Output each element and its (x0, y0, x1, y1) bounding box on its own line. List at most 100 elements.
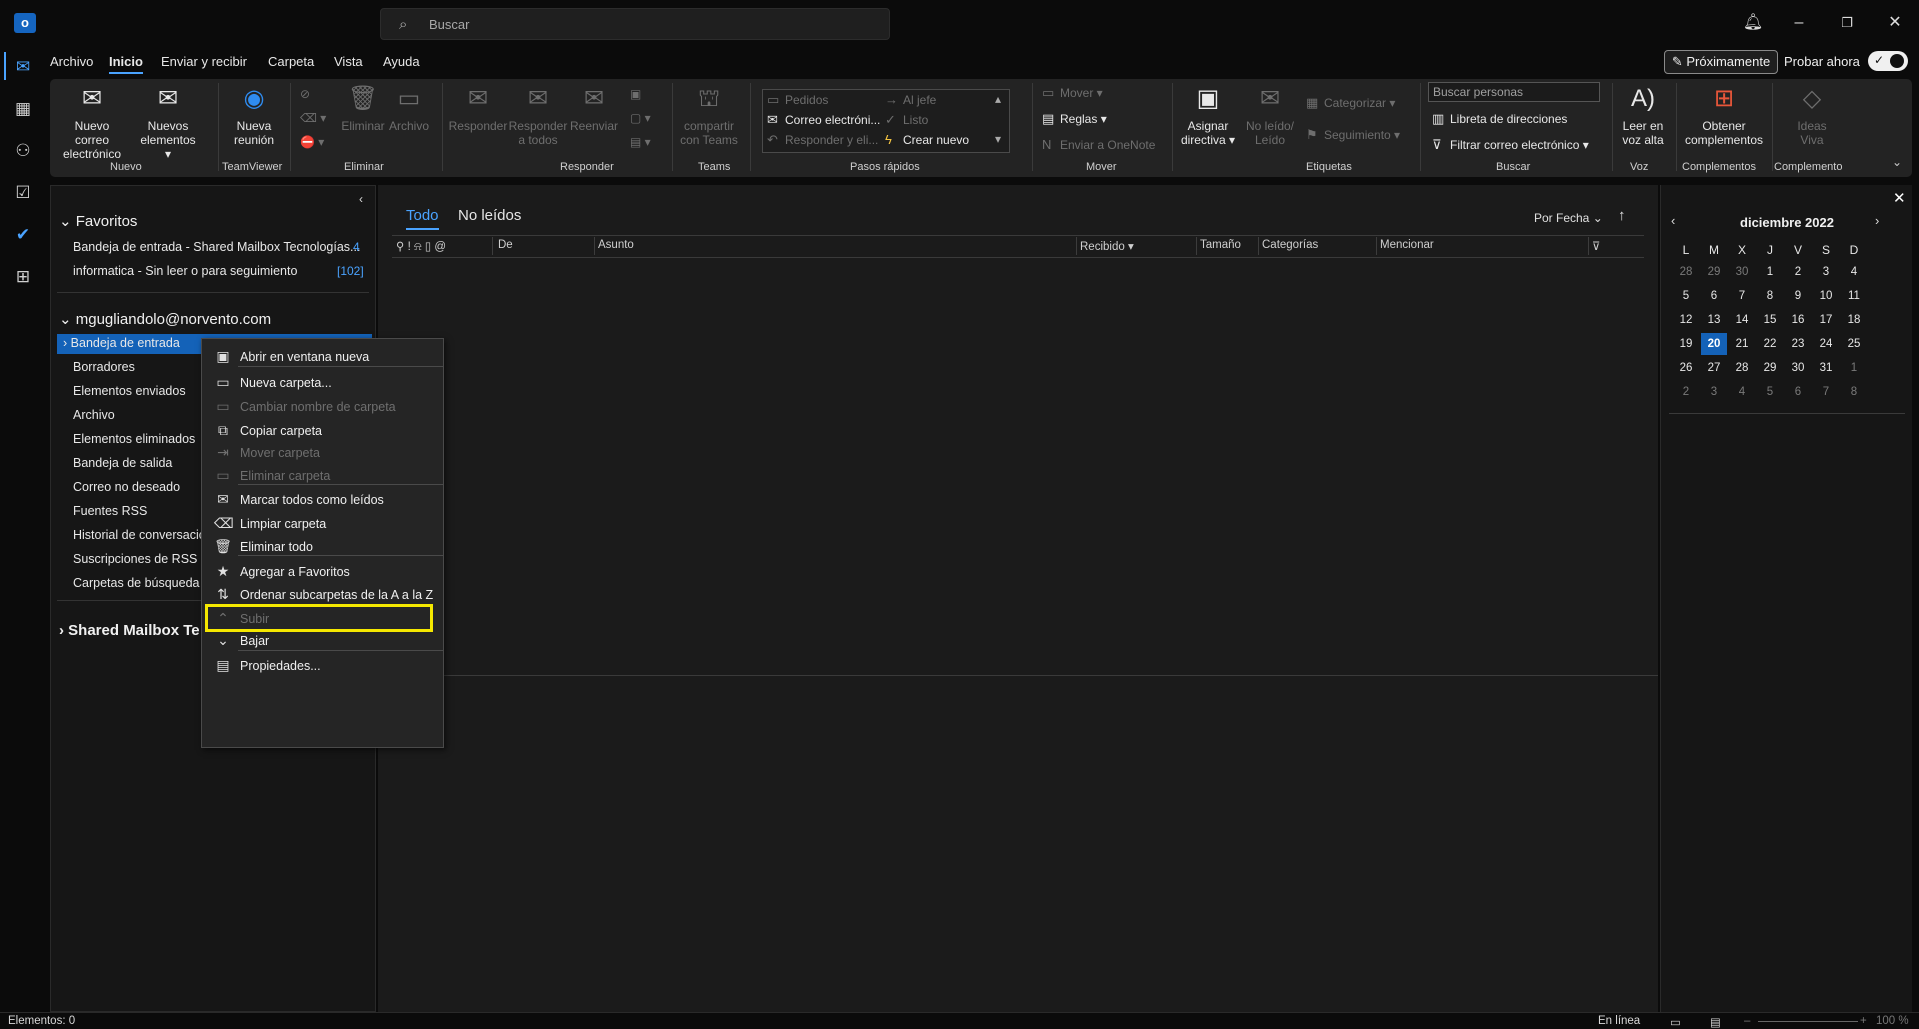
minimize-button[interactable]: – (1784, 12, 1814, 34)
tasks-icon[interactable]: ☑ (10, 180, 36, 206)
delete-button[interactable]: 🗑︎ Eliminar (340, 85, 386, 133)
share-teams-button[interactable]: ⛫ compartir con Teams (678, 85, 740, 147)
column-de[interactable]: De (498, 239, 513, 251)
column-asunto[interactable]: Asunto (598, 239, 634, 251)
calendar-day[interactable]: 8 (1757, 285, 1783, 307)
menu-item-eliminar-carpeta[interactable]: ▭ Eliminar carpeta (202, 464, 443, 488)
sort-dropdown[interactable]: Por Fecha ⌄ (1534, 211, 1603, 225)
tab-vista[interactable]: Vista (334, 54, 363, 69)
calendar-day[interactable]: 3 (1813, 261, 1839, 283)
calendar-day[interactable]: 26 (1673, 357, 1699, 379)
apps-icon[interactable]: ⊞ (10, 264, 36, 290)
folder-historial[interactable]: Historial de conversacion (73, 528, 213, 542)
calendar-day[interactable]: 11 (1841, 285, 1867, 307)
search-input[interactable]: ⌕ Buscar (380, 8, 890, 40)
calendar-day[interactable]: 25 (1841, 333, 1867, 355)
ribbon-collapse-icon[interactable]: ⌄ (1892, 155, 1902, 169)
calendar-day[interactable]: 2 (1785, 261, 1811, 283)
calendar-day[interactable]: 14 (1729, 309, 1755, 331)
calendar-day[interactable]: 1 (1757, 261, 1783, 283)
calendar-day[interactable]: 4 (1729, 381, 1755, 403)
tab-ayuda[interactable]: Ayuda (383, 54, 420, 69)
junk-icon[interactable]: ⛔ ▾ (300, 135, 324, 149)
menu-item-eliminar-todo[interactable]: 🗑︎ Eliminar todo (202, 535, 443, 559)
folder-busqueda[interactable]: Carpetas de búsqueda (73, 576, 199, 590)
menu-item-abrir-en-ventana-nueva[interactable]: ▣ Abrir en ventana nueva (202, 345, 443, 369)
calendar-day[interactable]: 1 (1841, 357, 1867, 379)
qs-expand-icon[interactable]: ▾ (995, 132, 1001, 146)
shared-mailbox-header[interactable]: › Shared Mailbox Te (59, 622, 200, 639)
mail-icon[interactable]: ✉ (10, 54, 36, 80)
reply-button[interactable]: ✉ Responder (448, 85, 508, 133)
collapse-pane-icon[interactable]: ‹ (359, 192, 363, 206)
read-aloud-button[interactable]: A) Leer en voz alta (1616, 85, 1670, 147)
menu-item-limpiar-carpeta[interactable]: ⌫ Limpiar carpeta (202, 512, 443, 536)
calendar-day[interactable]: 19 (1673, 333, 1699, 355)
tab-no-leidos[interactable]: No leídos (458, 207, 521, 224)
restore-button[interactable]: ❐ (1832, 12, 1862, 34)
calendar-day[interactable]: 5 (1673, 285, 1699, 307)
calendar-day[interactable]: 6 (1701, 285, 1727, 307)
normal-view-icon[interactable]: ▭ (1670, 1015, 1681, 1029)
close-pane-icon[interactable]: ✕ (1893, 189, 1906, 207)
folder-archivo[interactable]: Archivo (73, 408, 115, 422)
calendar-day[interactable]: 28 (1729, 357, 1755, 379)
cleanup-icon[interactable]: ⌫ ▾ (300, 111, 326, 125)
proximamente-button[interactable]: ✎ Próximamente (1664, 50, 1778, 74)
qs-pedidos[interactable]: ▭ Pedidos (767, 92, 828, 108)
folder-no-deseado[interactable]: Correo no deseado (73, 480, 180, 494)
rules-button[interactable]: ▤ Reglas ▾ (1042, 111, 1107, 127)
menu-item-copiar-carpeta[interactable]: ⧉ Copiar carpeta (202, 419, 443, 443)
calendar-day[interactable]: 12 (1673, 309, 1699, 331)
calendar-day[interactable]: 20 (1701, 333, 1727, 355)
folder-borradores[interactable]: Borradores (73, 360, 135, 374)
filter-email-button[interactable]: ⊽ Filtrar correo electrónico ▾ (1432, 137, 1589, 153)
column-tamano[interactable]: Tamaño (1200, 239, 1241, 251)
menu-item-nueva-carpeta[interactable]: ▭ Nueva carpeta... (202, 371, 443, 395)
reply-all-button[interactable]: ✉ Responder a todos (508, 85, 568, 147)
calendar-day[interactable]: 7 (1813, 381, 1839, 403)
quick-steps-gallery[interactable]: ▭ Pedidos → Al jefe ✉ Correo electróni... ✓… (762, 89, 1010, 153)
account-header[interactable]: ⌄ mgugliandolo@norvento.com (59, 310, 271, 328)
calendar-day[interactable]: 28 (1673, 261, 1699, 283)
forward-button[interactable]: ✉ Reenviar (568, 85, 620, 133)
column-icons[interactable]: ⚲ ! ⍾ ▯ @ (396, 239, 446, 254)
folder-inbox[interactable]: › Bandeja de entrada (63, 336, 180, 350)
calendar-day[interactable]: 7 (1729, 285, 1755, 307)
menu-item-marcar-todos-como-leidos[interactable]: ✉ Marcar todos como leídos (202, 488, 443, 512)
tab-archivo[interactable]: Archivo (50, 54, 93, 69)
calendar-day[interactable]: 23 (1785, 333, 1811, 355)
calendar-day[interactable]: 5 (1757, 381, 1783, 403)
calendar-day[interactable]: 13 (1701, 309, 1727, 331)
calendar-day[interactable]: 27 (1701, 357, 1727, 379)
tab-carpeta[interactable]: Carpeta (268, 54, 314, 69)
calendar-day[interactable]: 17 (1813, 309, 1839, 331)
new-outlook-toggle[interactable] (1868, 51, 1908, 71)
fav-item-informatica[interactable]: informatica - Sin leer o para seguimient… (73, 264, 297, 278)
calendar-day[interactable]: 22 (1757, 333, 1783, 355)
qs-crear[interactable]: ϟ Crear nuevo (885, 132, 969, 147)
im-reply-icon[interactable]: ▢ ▾ (630, 111, 651, 125)
tab-todo[interactable]: Todo (406, 207, 439, 230)
qs-jefe[interactable]: → Al jefe (885, 92, 936, 107)
qs-correo[interactable]: ✉ Correo electróni... (767, 112, 880, 128)
categorize-button[interactable]: ▦ Categorizar ▾ (1306, 95, 1395, 111)
qs-scroll-icon[interactable]: ▴ (995, 92, 1001, 106)
menu-item-agregar-a-favoritos[interactable]: ★ Agregar a Favoritos (202, 560, 443, 584)
calendar-day[interactable]: 30 (1729, 261, 1755, 283)
calendar-day[interactable]: 30 (1785, 357, 1811, 379)
menu-item-mover-carpeta[interactable]: ⇥ Mover carpeta (202, 441, 443, 465)
bell-icon[interactable]: 🔔︎ (1738, 12, 1768, 34)
calendar-day[interactable]: 4 (1841, 261, 1867, 283)
menu-item-cambiar-nombre-de-carpeta[interactable]: ▭ Cambiar nombre de carpeta (202, 395, 443, 419)
folder-suscripciones-rss[interactable]: Suscripciones de RSS (73, 552, 197, 566)
new-email-button[interactable]: ✉ Nuevo correo electrónico (58, 85, 126, 161)
onenote-button[interactable]: N Enviar a OneNote (1042, 137, 1155, 152)
new-items-button[interactable]: ✉ Nuevos elementos ▾ (138, 85, 198, 161)
sort-direction-icon[interactable]: ↑ (1618, 207, 1626, 224)
calendar-icon[interactable]: ▦ (10, 96, 36, 122)
people-icon[interactable]: ⚇ (10, 138, 36, 164)
calendar-day[interactable]: 15 (1757, 309, 1783, 331)
calendar-day[interactable]: 31 (1813, 357, 1839, 379)
zoom-out-icon[interactable]: – (1744, 1015, 1750, 1027)
